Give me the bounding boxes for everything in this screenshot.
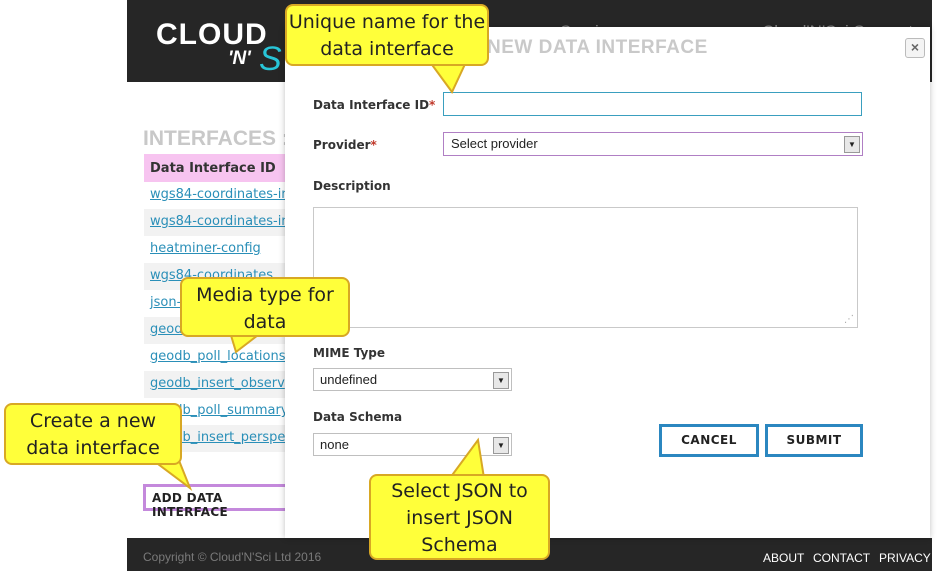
callout-id-note: Unique name for the data interface	[285, 4, 489, 66]
callout-add-note: Create a new data interface	[4, 403, 182, 465]
callout-schema-note: Select JSON to insert JSON Schema	[369, 474, 550, 560]
callout-mime-note: Media type for data	[180, 277, 350, 337]
